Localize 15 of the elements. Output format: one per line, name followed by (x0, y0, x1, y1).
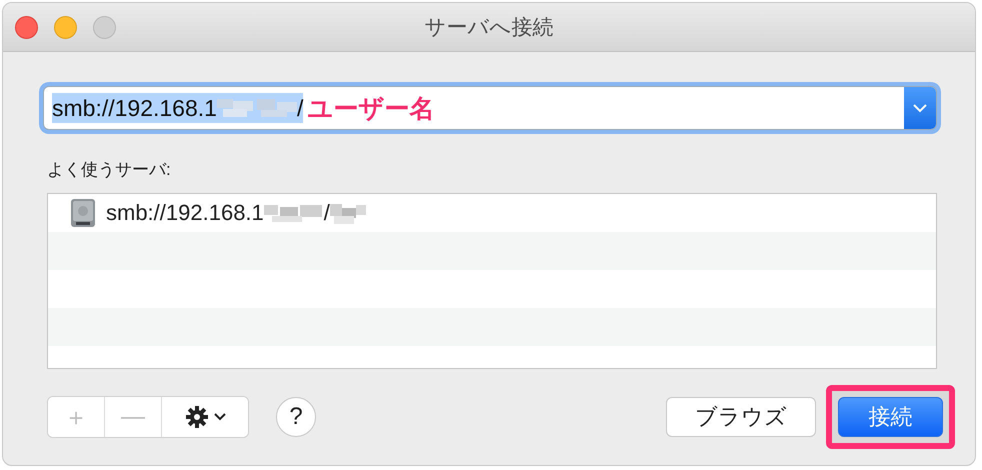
caret-icon (214, 413, 226, 421)
close-button[interactable] (15, 16, 38, 38)
address-text: smb://192.168.1 (52, 93, 217, 123)
browse-button[interactable]: ブラウズ (666, 397, 816, 437)
chevron-down-icon (913, 104, 927, 112)
minimize-button[interactable] (54, 16, 77, 38)
help-button[interactable]: ? (276, 397, 316, 437)
connect-button[interactable]: 接続 (838, 397, 943, 437)
hard-drive-icon (69, 198, 97, 228)
username-annotation: ユーザー名 (307, 94, 434, 124)
favorite-server-item[interactable]: smb://192.168.1 / (48, 194, 936, 232)
dropdown-button[interactable] (904, 87, 936, 129)
favorites-label: よく使うサーバ: (47, 159, 172, 181)
gear-icon (184, 405, 208, 429)
window-title: サーバへ接続 (424, 15, 554, 41)
